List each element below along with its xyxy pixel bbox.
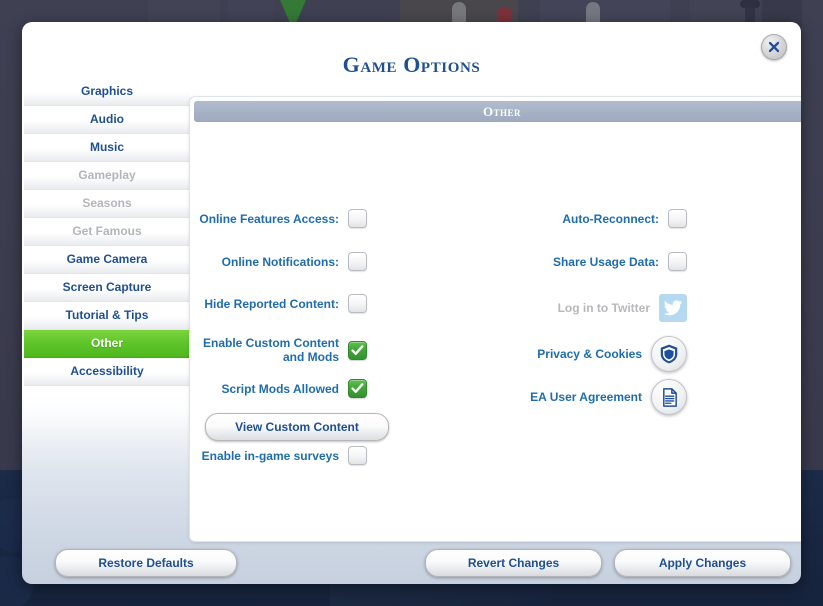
checkbox-enable-in-game-surveys[interactable]	[348, 446, 367, 465]
dialog-footer: Restore Defaults Revert Changes Apply Ch…	[22, 540, 801, 584]
option-label-log-in-to-twitter: Log in to Twitter	[557, 301, 650, 315]
option-label-ea-user-agreement: EA User Agreement	[530, 390, 642, 404]
option-row-share-usage-data: Share Usage Data:	[502, 252, 687, 271]
page-title: Game Options	[342, 52, 481, 77]
close-icon[interactable]	[761, 34, 787, 60]
option-row-online-features-access: Online Features Access:	[190, 209, 367, 228]
option-row-log-in-to-twitter: Log in to Twitter	[502, 294, 687, 322]
option-label-script-mods-allowed: Script Mods Allowed	[221, 381, 339, 396]
sidebar-item-get-famous: Get Famous	[24, 218, 190, 246]
sidebar-item-graphics[interactable]: Graphics	[24, 78, 190, 106]
sidebar-item-accessibility[interactable]: Accessibility	[24, 358, 190, 386]
option-label-hide-reported-content: Hide Reported Content:	[204, 296, 339, 311]
option-label-share-usage-data: Share Usage Data:	[552, 254, 659, 269]
revert-changes-button[interactable]: Revert Changes	[425, 549, 602, 577]
twitter-icon	[659, 294, 687, 322]
checkbox-enable-custom-content-and-mods[interactable]	[348, 340, 367, 360]
checkbox-auto-reconnect[interactable]	[668, 209, 687, 228]
option-row-enable-custom-content-and-mods: Enable Custom Content and Mods	[190, 336, 367, 364]
option-row-auto-reconnect: Auto-Reconnect:	[502, 209, 687, 228]
option-label-online-features-access: Online Features Access:	[199, 211, 339, 226]
sidebar-item-audio[interactable]: Audio	[24, 106, 190, 134]
sidebar-item-other[interactable]: Other	[24, 330, 190, 358]
sidebar-item-screen-capture[interactable]: Screen Capture	[24, 274, 190, 302]
option-label-privacy-and-cookies: Privacy & Cookies	[537, 347, 642, 361]
sidebar-item-music[interactable]: Music	[24, 134, 190, 162]
sidebar-item-tutorial-and-tips[interactable]: Tutorial & Tips	[24, 302, 190, 330]
option-label-enable-custom-content-and-mods: Enable Custom Content and Mods	[202, 336, 339, 364]
checkbox-hide-reported-content[interactable]	[348, 294, 367, 313]
game-options-dialog: Game Options Graphics Audio Music Gameplay S…	[22, 22, 801, 584]
checkbox-share-usage-data[interactable]	[668, 252, 687, 271]
restore-defaults-button[interactable]: Restore Defaults	[55, 549, 237, 577]
shield-icon[interactable]	[651, 336, 687, 372]
checkbox-online-features-access[interactable]	[348, 209, 367, 228]
option-label-online-notifications: Online Notifications:	[221, 254, 339, 269]
view-custom-content-button[interactable]: View Custom Content	[205, 413, 389, 441]
sidebar-item-seasons: Seasons	[24, 190, 190, 218]
sidebar-item-gameplay: Gameplay	[24, 162, 190, 190]
option-row-ea-user-agreement: EA User Agreement	[502, 379, 687, 415]
option-row-hide-reported-content: Hide Reported Content:	[190, 294, 367, 313]
checkbox-online-notifications[interactable]	[348, 252, 367, 271]
panel-header: Other	[194, 101, 801, 122]
sidebar-item-game-camera[interactable]: Game Camera	[24, 246, 190, 274]
sidebar: Graphics Audio Music Gameplay Seasons Get Fam…	[24, 78, 190, 538]
option-label-enable-in-game-surveys: Enable in-game surveys	[201, 448, 339, 463]
option-row-privacy-and-cookies: Privacy & Cookies	[502, 336, 687, 372]
option-row-enable-in-game-surveys: Enable in-game surveys	[190, 446, 367, 465]
option-label-auto-reconnect: Auto-Reconnect:	[562, 211, 659, 226]
options-panel: Other Online Features Access: Online Noti…	[189, 96, 801, 542]
option-row-online-notifications: Online Notifications:	[190, 252, 367, 271]
checkbox-script-mods-allowed[interactable]	[348, 379, 367, 398]
option-row-script-mods-allowed: Script Mods Allowed	[190, 379, 367, 398]
apply-changes-button[interactable]: Apply Changes	[614, 549, 791, 577]
document-icon[interactable]	[651, 379, 687, 415]
